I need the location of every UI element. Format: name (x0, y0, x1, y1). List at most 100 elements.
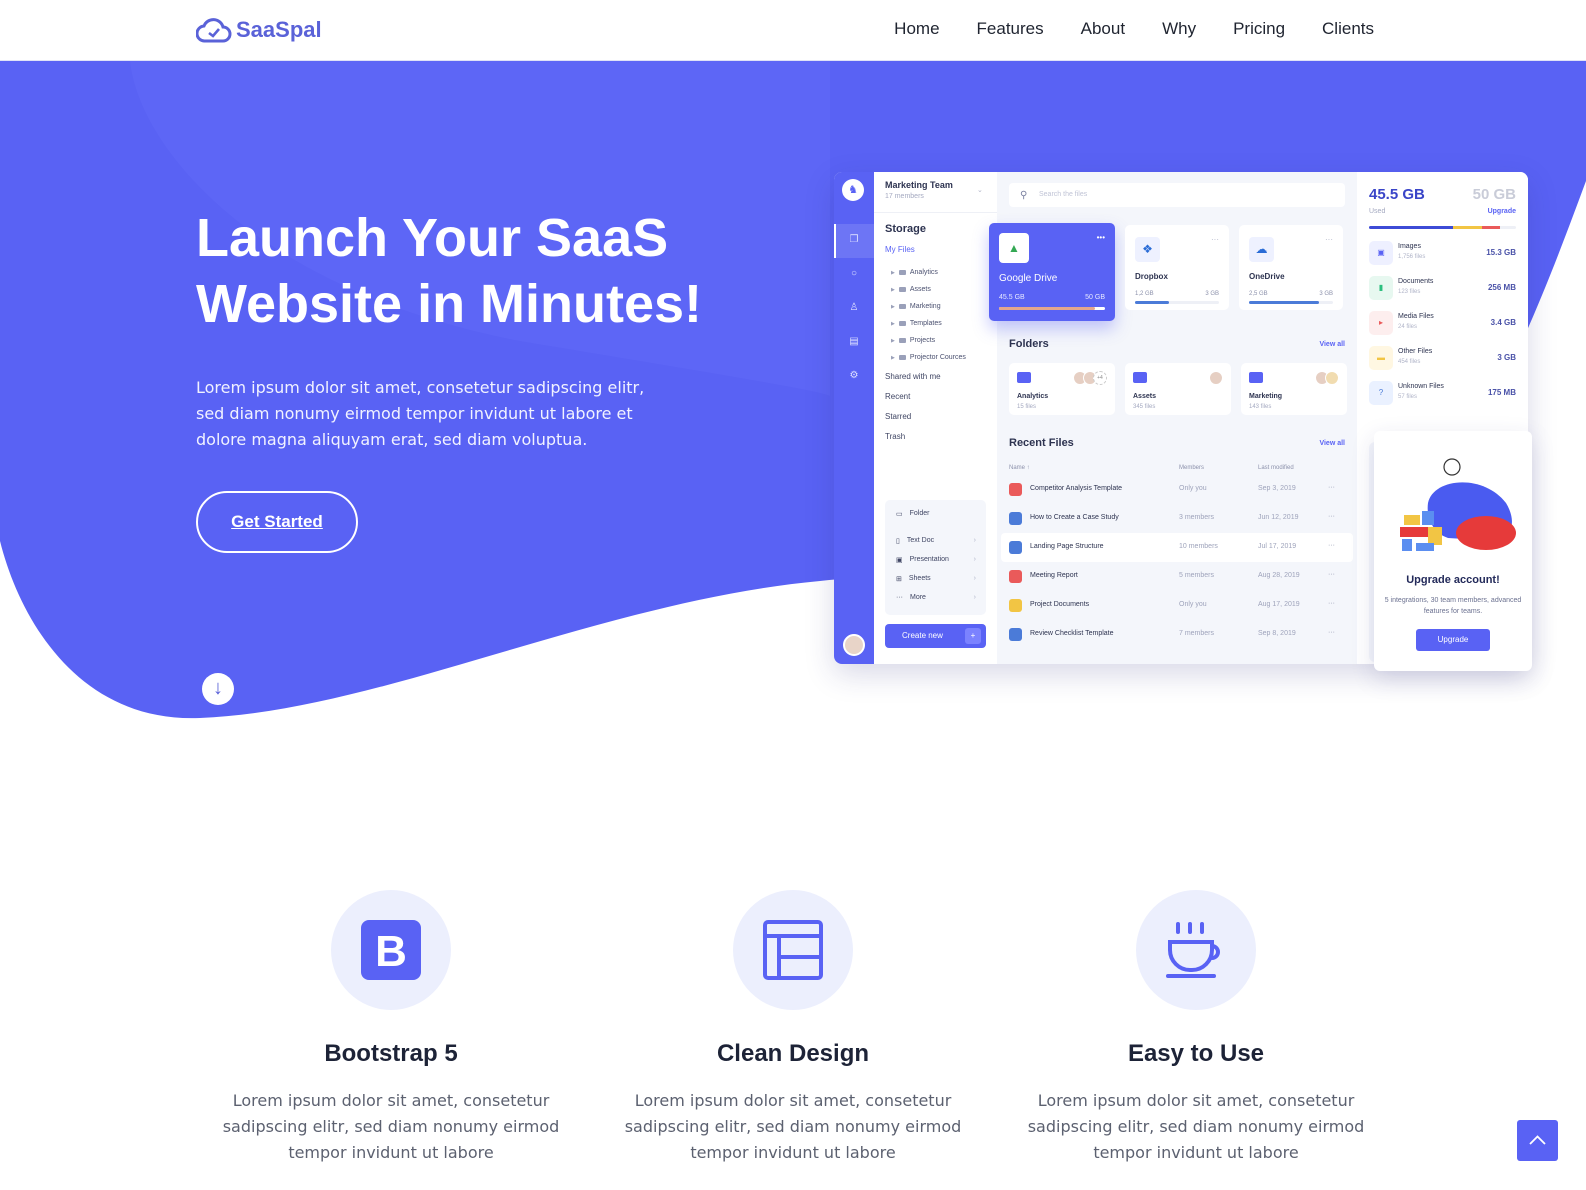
file-type-size: 3.4 GB (1490, 318, 1516, 327)
new-sheets-item[interactable]: ⊞ Sheets › (896, 575, 976, 583)
more-icon[interactable]: ··· (1328, 571, 1335, 578)
logo[interactable]: SaaSpal (196, 16, 322, 44)
file-search-input[interactable]: ⚲ Search the files (1009, 183, 1345, 207)
file-type-item[interactable]: ▬ Other Files 454 files 3 GB (1369, 346, 1516, 381)
upgrade-button[interactable]: Upgrade (1416, 629, 1490, 651)
folder-card[interactable]: Assets 345 files (1125, 363, 1231, 415)
nav-home[interactable]: Home (894, 19, 939, 39)
folder-card[interactable]: +4 Analytics 15 files (1009, 363, 1115, 415)
tree-item[interactable]: ▶ Assets (891, 281, 966, 298)
dropbox-icon: ❖ (1135, 237, 1160, 262)
new-folder-item[interactable]: ▭ Folder (896, 510, 976, 518)
file-type-item[interactable]: ▣ Images 1,756 files 15.3 GB (1369, 241, 1516, 276)
folder-card[interactable]: Marketing 143 files (1241, 363, 1347, 415)
total-storage: 50 GB (1472, 186, 1516, 203)
menu-label: Text Doc (906, 537, 935, 544)
link-recent[interactable]: Recent (885, 392, 941, 412)
more-icon[interactable]: ··· (1328, 542, 1335, 549)
my-files-link[interactable]: My Files (885, 245, 915, 254)
create-new-button[interactable]: + Create new (885, 624, 986, 648)
cloud-usage-fill (1249, 301, 1319, 304)
scroll-to-top-button[interactable] (1517, 1120, 1558, 1161)
folders-view-all-link[interactable]: View all (1319, 341, 1345, 348)
file-type-item[interactable]: ▸ Media Files 24 files 3.4 GB (1369, 311, 1516, 346)
file-members: Only you (1179, 485, 1207, 492)
cloud-usage-bar (1135, 301, 1219, 304)
col-name[interactable]: Name ↑ (1009, 465, 1030, 471)
cloud-card-dropbox[interactable]: ❖ ··· Dropbox 1,2 GB 3 GB (1125, 225, 1229, 310)
col-modified[interactable]: Last modified (1258, 465, 1294, 471)
tree-item[interactable]: ▶ Analytics (891, 264, 966, 281)
cloud-usage-bar (999, 307, 1105, 310)
team-selector[interactable]: Marketing Team 17 members (885, 180, 953, 200)
file-members: 7 members (1179, 630, 1215, 637)
more-icon[interactable]: ··· (1328, 513, 1335, 520)
tree-item[interactable]: ▶ Marketing (891, 298, 966, 315)
new-textdoc-item[interactable]: ▯ Text Doc › (896, 537, 976, 545)
col-members[interactable]: Members (1179, 465, 1204, 471)
zip-icon (1009, 599, 1022, 612)
get-started-button[interactable]: Get Started (196, 491, 358, 553)
file-type-item[interactable]: ▮ Documents 123 files 256 MB (1369, 276, 1516, 311)
file-type-name: Unknown Files (1398, 383, 1444, 390)
files-icon[interactable]: ❐ (848, 234, 860, 246)
cloud-total: 3 GB (1205, 291, 1219, 297)
pdf-icon (1009, 483, 1022, 496)
file-type-size: 175 MB (1487, 388, 1516, 397)
folder-name: Marketing (1249, 393, 1283, 400)
menu-label: Folder (909, 510, 930, 517)
tree-item[interactable]: ▶ Projects (891, 332, 966, 349)
nav-about[interactable]: About (1081, 19, 1125, 39)
more-icon: ··· (896, 594, 903, 601)
nav-why[interactable]: Why (1162, 19, 1196, 39)
link-trash[interactable]: Trash (885, 432, 941, 452)
navbar: SaaSpal Home Features About Why Pricing … (0, 0, 1586, 61)
recent-view-all-link[interactable]: View all (1319, 440, 1345, 447)
new-more-item[interactable]: ··· More › (896, 594, 976, 601)
chat-icon[interactable]: ○ (848, 268, 860, 280)
file-row[interactable]: Competitor Analysis Template Only you Sep … (1001, 475, 1353, 504)
tree-item[interactable]: ▶ Templates (891, 315, 966, 332)
nav-features[interactable]: Features (977, 19, 1044, 39)
divider (874, 212, 997, 213)
upgrade-link[interactable]: Upgrade (1488, 208, 1516, 215)
nav-pricing[interactable]: Pricing (1233, 19, 1285, 39)
scroll-down-button[interactable]: ↓ (202, 673, 234, 705)
nav-clients[interactable]: Clients (1322, 19, 1374, 39)
file-row[interactable]: Project Documents Only you Aug 17, 2019 ··· (1001, 591, 1353, 620)
tree-item[interactable]: ▶ Projector Cources (891, 349, 966, 366)
more-icon[interactable]: ··· (1211, 235, 1219, 244)
more-icon[interactable]: ••• (1097, 233, 1105, 242)
folder-icon (898, 304, 906, 309)
file-row[interactable]: Review Checklist Template 7 members Sep 8,… (1001, 620, 1353, 649)
settings-icon[interactable]: ⚙ (848, 370, 860, 382)
link-shared[interactable]: Shared with me (885, 372, 941, 392)
folder-icon (898, 287, 906, 292)
tree-item-label: Templates (909, 320, 942, 327)
user-icon[interactable]: ♙ (848, 302, 860, 314)
file-type-item[interactable]: ? Unknown Files 57 files 175 MB (1369, 381, 1516, 416)
file-row[interactable]: Landing Page Structure 10 members Jul 17, … (1001, 533, 1353, 562)
doc-icon (1009, 628, 1022, 641)
cloud-usage-fill (1135, 301, 1169, 304)
upgrade-text: 5 integrations, 30 team members, advance… (1384, 597, 1522, 615)
file-row[interactable]: How to Create a Case Study 3 members Jun 1… (1001, 504, 1353, 533)
link-starred[interactable]: Starred (885, 412, 941, 432)
user-avatar[interactable] (843, 634, 865, 656)
more-icon[interactable]: ··· (1328, 629, 1335, 636)
report-icon[interactable]: ▤ (848, 336, 860, 348)
cloud-card-onedrive[interactable]: ☁ ··· OneDrive 2,5 GB 3 GB (1239, 225, 1343, 310)
google-drive-icon: ▲ (999, 233, 1029, 263)
more-icon[interactable]: ··· (1328, 484, 1335, 491)
new-presentation-item[interactable]: ▣ Presentation › (896, 556, 976, 564)
onedrive-icon: ☁ (1249, 237, 1274, 262)
tree-item-label: Projects (909, 337, 936, 344)
layout-icon (763, 920, 823, 980)
team-members: 17 members (885, 193, 924, 200)
file-date: Sep 8, 2019 (1258, 630, 1296, 637)
cloud-card-google-drive[interactable]: ▲ ••• Google Drive 45.5 GB 50 GB (989, 223, 1115, 321)
more-icon[interactable]: ··· (1328, 600, 1335, 607)
file-row[interactable]: Meeting Report 5 members Aug 28, 2019 ··· (1001, 562, 1353, 591)
more-icon[interactable]: ··· (1325, 235, 1333, 244)
feature-title: Bootstrap 5 (324, 1040, 458, 1067)
